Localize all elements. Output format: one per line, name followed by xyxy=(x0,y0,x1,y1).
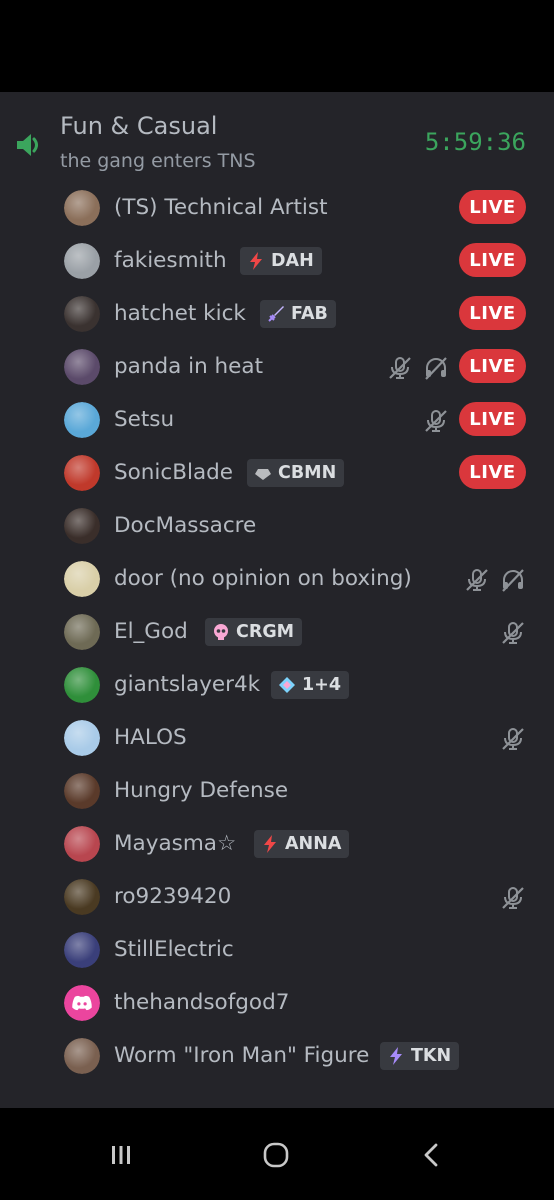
live-badge[interactable]: LIVE xyxy=(459,455,526,489)
muted-mic-icon xyxy=(500,726,526,752)
username: giantslayer4k xyxy=(114,672,261,697)
avatar xyxy=(64,720,100,756)
lightning-purple-icon xyxy=(386,1046,406,1066)
avatar xyxy=(64,879,100,915)
avatar xyxy=(64,667,100,703)
voice-user-row[interactable]: hatchet kick FAB LIVE xyxy=(0,288,554,341)
avatar xyxy=(64,455,100,491)
server-tag[interactable]: CRGM xyxy=(205,618,303,646)
voice-user-row[interactable]: giantslayer4k 1+4 xyxy=(0,659,554,712)
username: HALOS xyxy=(114,725,187,750)
voice-user-row[interactable]: Setsu LIVE xyxy=(0,394,554,447)
avatar xyxy=(64,1038,100,1074)
avatar xyxy=(64,243,100,279)
username: thehandsofgod7 xyxy=(114,990,290,1015)
voice-user-row[interactable]: SonicBlade CBMN LIVE xyxy=(0,447,554,500)
lightning-icon xyxy=(260,834,280,854)
android-nav-bar xyxy=(0,1108,554,1200)
lightning-icon xyxy=(246,251,266,271)
gem-icon xyxy=(253,463,273,483)
voice-user-row[interactable]: panda in heat LIVE xyxy=(0,341,554,394)
server-tag-label: TKN xyxy=(411,1046,452,1066)
avatar xyxy=(64,932,100,968)
voice-user-row[interactable]: door (no opinion on boxing) xyxy=(0,553,554,606)
server-tag-label: FAB xyxy=(291,304,328,324)
username: (TS) Technical Artist xyxy=(114,195,328,220)
speaker-icon xyxy=(17,134,38,156)
voice-user-row[interactable]: Hungry Defense xyxy=(0,765,554,818)
call-timer: 5:59:36 xyxy=(424,128,526,156)
avatar xyxy=(64,826,100,862)
server-tag-label: 1+4 xyxy=(302,675,342,695)
avatar xyxy=(64,296,100,332)
server-tag[interactable]: 1+4 xyxy=(271,671,350,699)
server-tag[interactable]: ANNA xyxy=(254,830,350,858)
avatar xyxy=(64,985,100,1021)
username: panda in heat xyxy=(114,354,263,379)
channel-name: Fun & Casual xyxy=(60,112,218,140)
server-tag-label: DAH xyxy=(271,251,314,271)
username: hatchet kick xyxy=(114,301,246,326)
voice-user-row[interactable]: HALOS xyxy=(0,712,554,765)
avatar xyxy=(64,402,100,438)
username: door (no opinion on boxing) xyxy=(114,566,412,591)
username: El_God xyxy=(114,619,188,644)
voice-channel-panel: Fun & Casual the gang enters TNS 5:59:36… xyxy=(0,92,554,1108)
home-icon[interactable] xyxy=(256,1138,296,1172)
username: ro9239420 xyxy=(114,884,232,909)
muted-mic-icon xyxy=(500,885,526,911)
muted-mic-icon xyxy=(423,408,449,434)
live-badge[interactable]: LIVE xyxy=(459,243,526,277)
avatar xyxy=(64,614,100,650)
avatar xyxy=(64,190,100,226)
voice-user-row[interactable]: StillElectric xyxy=(0,924,554,977)
diamond-icon xyxy=(277,675,297,695)
avatar xyxy=(64,349,100,385)
avatar xyxy=(64,561,100,597)
back-icon[interactable] xyxy=(412,1138,452,1172)
muted-mic-icon xyxy=(387,355,413,381)
recents-icon[interactable] xyxy=(101,1138,141,1172)
voice-user-row[interactable]: (TS) Technical Artist LIVE xyxy=(0,182,554,235)
voice-user-row[interactable]: thehandsofgod7 xyxy=(0,977,554,1030)
username: DocMassacre xyxy=(114,513,257,538)
server-tag-label: CBMN xyxy=(278,463,337,483)
username: Mayasma☆ xyxy=(114,831,237,856)
live-badge[interactable]: LIVE xyxy=(459,296,526,330)
live-badge[interactable]: LIVE xyxy=(459,190,526,224)
channel-status: the gang enters TNS xyxy=(60,150,256,172)
muted-mic-icon xyxy=(500,620,526,646)
server-tag-label: CRGM xyxy=(236,622,295,642)
username: Worm "Iron Man" Figure xyxy=(114,1043,370,1068)
muted-mic-icon xyxy=(464,567,490,593)
username: Hungry Defense xyxy=(114,778,289,803)
live-badge[interactable]: LIVE xyxy=(459,402,526,436)
voice-user-row[interactable]: ro9239420 xyxy=(0,871,554,924)
server-tag[interactable]: DAH xyxy=(240,247,322,275)
voice-user-row[interactable]: fakiesmith DAH LIVE xyxy=(0,235,554,288)
server-tag[interactable]: TKN xyxy=(380,1042,460,1070)
sword-icon xyxy=(266,304,286,324)
voice-user-list: (TS) Technical Artist LIVE fakiesmith DAH LI… xyxy=(0,182,554,1083)
avatar xyxy=(64,773,100,809)
skull-icon xyxy=(211,622,231,642)
voice-user-row[interactable]: Worm "Iron Man" Figure TKN xyxy=(0,1030,554,1083)
voice-user-row[interactable]: Mayasma☆ ANNA xyxy=(0,818,554,871)
username: SonicBlade xyxy=(114,460,233,485)
live-badge[interactable]: LIVE xyxy=(459,349,526,383)
deafened-icon xyxy=(500,567,526,593)
username: Setsu xyxy=(114,407,175,432)
deafened-icon xyxy=(423,355,449,381)
voice-user-row[interactable]: El_God CRGM xyxy=(0,606,554,659)
server-tag-label: ANNA xyxy=(285,834,342,854)
server-tag[interactable]: CBMN xyxy=(247,459,345,487)
voice-user-row[interactable]: DocMassacre xyxy=(0,500,554,553)
server-tag[interactable]: FAB xyxy=(260,300,336,328)
discord-logo-icon xyxy=(72,995,92,1011)
username: fakiesmith xyxy=(114,248,227,273)
username: StillElectric xyxy=(114,937,234,962)
avatar xyxy=(64,508,100,544)
channel-header[interactable]: Fun & Casual the gang enters TNS 5:59:36 xyxy=(0,92,554,187)
